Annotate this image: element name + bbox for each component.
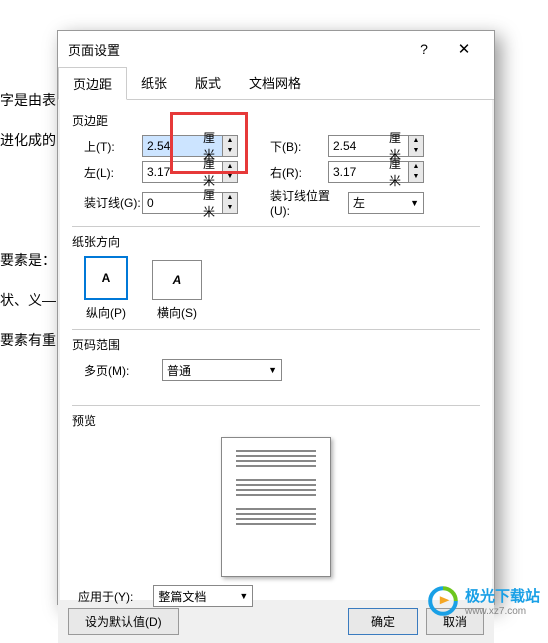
chevron-down-icon: ▼ [239,591,248,601]
top-label: 上(T): [72,138,142,155]
logo-en: www.xz7.com [465,606,540,617]
gutter-pos-value: 左 [353,194,365,211]
close-button[interactable]: ✕ [444,40,484,58]
apply-label: 应用于(Y): [78,588,133,605]
dialog-title: 页面设置 [68,40,404,59]
multi-select[interactable]: 普通 ▼ [162,359,282,381]
tab-strip: 页边距 纸张 版式 文档网格 [58,67,494,100]
right-spinner[interactable]: 厘米 ▲▼ [328,161,424,183]
spin-down-icon[interactable]: ▼ [223,203,237,213]
right-input[interactable] [329,165,389,179]
help-button[interactable]: ? [404,41,444,57]
gutter-pos-label: 装订线位置(U): [258,187,348,218]
group-range-label: 页码范围 [72,336,480,353]
group-margin-label: 页边距 [72,112,480,129]
spin-up-icon[interactable]: ▲ [223,193,237,203]
left-label: 左(L): [72,164,142,181]
left-spinner[interactable]: 厘米 ▲▼ [142,161,238,183]
portrait-glyph: A [102,271,111,285]
bg-text: 要素是： [0,250,56,270]
gutter-pos-select[interactable]: 左 ▼ [348,192,424,214]
spin-up-icon[interactable]: ▲ [223,136,237,146]
bg-text: 要素有重 [0,330,56,350]
logo-icon [427,585,459,617]
multi-value: 普通 [167,362,191,379]
titlebar: 页面设置 ? ✕ [58,31,494,67]
landscape-label: 横向(S) [152,304,202,321]
gutter-label: 装订线(G): [72,194,142,211]
spin-down-icon[interactable]: ▼ [223,172,237,182]
bottom-input[interactable] [329,139,389,153]
spin-down-icon[interactable]: ▼ [223,146,237,156]
tab-paper[interactable]: 纸张 [127,67,181,99]
ok-button[interactable]: 确定 [348,608,418,635]
bottom-spinner[interactable]: 厘米 ▲▼ [328,135,424,157]
spin-up-icon[interactable]: ▲ [409,136,423,146]
landscape-glyph: A [173,273,182,287]
left-input[interactable] [143,165,203,179]
orientation-landscape[interactable]: A 横向(S) [152,256,202,321]
left-unit: 厘米 [203,155,222,189]
gutter-unit: 厘米 [203,186,222,220]
default-button[interactable]: 设为默认值(D) [68,608,179,635]
multi-label: 多页(M): [72,362,142,379]
right-label: 右(R): [258,164,328,181]
spin-down-icon[interactable]: ▼ [409,146,423,156]
bottom-label: 下(B): [258,138,328,155]
preview-page [221,437,331,577]
page-setup-dialog: 页面设置 ? ✕ 页边距 纸张 版式 文档网格 页边距 上(T): 厘米 ▲▼ … [57,30,495,605]
portrait-label: 纵向(P) [84,304,128,321]
bg-text: 进化成的 [0,130,56,150]
bg-text: 状、义— [0,290,56,310]
logo-cn: 极光下载站 [465,585,540,606]
gutter-spinner[interactable]: 厘米 ▲▼ [142,192,238,214]
top-input[interactable] [143,139,203,153]
right-unit: 厘米 [389,155,408,189]
top-spinner[interactable]: 厘米 ▲▼ [142,135,238,157]
tab-margin[interactable]: 页边距 [58,67,127,100]
orientation-portrait[interactable]: A 纵向(P) [84,256,128,321]
apply-select[interactable]: 整篇文档 ▼ [153,585,253,607]
group-preview-label: 预览 [72,412,480,429]
tab-layout[interactable]: 版式 [181,67,235,99]
chevron-down-icon: ▼ [410,198,419,208]
spin-up-icon[interactable]: ▲ [223,162,237,172]
tab-content: 页边距 上(T): 厘米 ▲▼ 下(B): 厘米 ▲▼ 左(L): 厘米 ▲▼ [60,100,492,600]
spin-down-icon[interactable]: ▼ [409,172,423,182]
apply-value: 整篇文档 [158,588,206,605]
chevron-down-icon: ▼ [268,365,277,375]
tab-grid[interactable]: 文档网格 [235,67,315,99]
gutter-input[interactable] [143,196,203,210]
spin-up-icon[interactable]: ▲ [409,162,423,172]
watermark-logo: 极光下载站 www.xz7.com [427,585,540,617]
bg-text: 字是由表 [0,90,56,110]
group-orient-label: 纸张方向 [72,233,480,250]
